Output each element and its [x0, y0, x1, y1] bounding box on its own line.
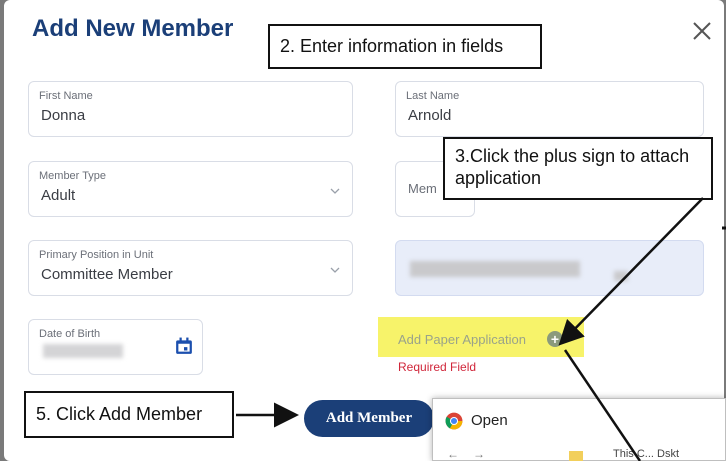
- step2-callout: 2. Enter information in fields: [268, 24, 542, 69]
- date-of-birth-label: Date of Birth: [39, 328, 101, 340]
- member-field-partial-label: Mem: [408, 181, 437, 196]
- chevron-down-icon: [330, 267, 340, 273]
- open-dialog: Open ← → This C... Dskt: [432, 398, 726, 461]
- modal-title: Add New Member: [32, 15, 234, 42]
- chrome-icon: [445, 412, 463, 430]
- add-paper-application-label: Add Paper Application: [398, 332, 526, 347]
- primary-position-select[interactable]: Primary Position in Unit Committee Membe…: [28, 240, 353, 296]
- plus-icon[interactable]: +: [547, 331, 563, 347]
- redacted-value: [614, 271, 628, 281]
- close-icon[interactable]: [689, 18, 715, 44]
- calendar-icon[interactable]: [175, 337, 193, 355]
- open-dialog-title: Open: [471, 412, 508, 429]
- redacted-value: [410, 261, 580, 277]
- date-of-birth-field[interactable]: Date of Birth: [28, 319, 203, 375]
- last-name-label: Last Name: [406, 90, 460, 102]
- redacted-field[interactable]: [395, 240, 704, 296]
- member-type-select[interactable]: Member Type Adult: [28, 161, 353, 217]
- step5-callout: 5. Click Add Member: [24, 391, 234, 438]
- chevron-down-icon: [330, 188, 340, 194]
- primary-position-label: Primary Position in Unit: [39, 249, 154, 261]
- back-icon[interactable]: ←: [447, 447, 459, 461]
- forward-icon[interactable]: →: [473, 447, 485, 461]
- last-name-field[interactable]: Last Name Arnold: [395, 81, 704, 137]
- step3-callout: 3.Click the plus sign to attach applicat…: [443, 137, 713, 200]
- primary-position-value: Committee Member: [41, 266, 173, 283]
- folder-icon: [569, 451, 583, 461]
- date-of-birth-value: [43, 344, 123, 358]
- add-member-button[interactable]: Add Member: [304, 400, 434, 437]
- member-type-label: Member Type: [39, 170, 107, 182]
- first-name-field[interactable]: First Name Donna: [28, 81, 353, 137]
- first-name-value: Donna: [41, 107, 86, 124]
- first-name-label: First Name: [39, 90, 93, 102]
- required-field-message: Required Field: [398, 360, 477, 374]
- member-type-value: Adult: [41, 187, 76, 204]
- last-name-value: Arnold: [408, 107, 452, 124]
- path-text: This C... Dskt: [613, 448, 680, 460]
